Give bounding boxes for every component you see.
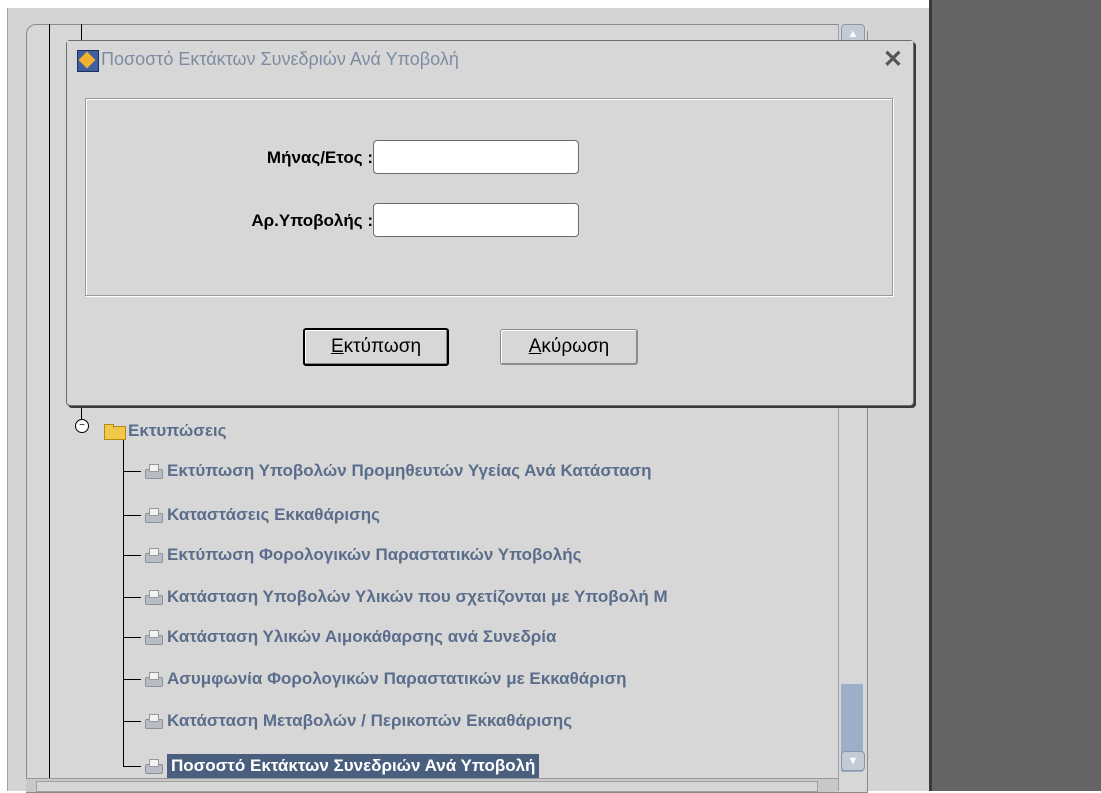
report-icon bbox=[143, 671, 163, 687]
folder-label: Εκτυπώσεις bbox=[128, 421, 227, 440]
right-empty-area bbox=[929, 0, 1101, 791]
tree-connector bbox=[123, 515, 141, 516]
tree-connector bbox=[123, 471, 141, 472]
tree-connector bbox=[123, 597, 141, 598]
collapse-icon[interactable]: − bbox=[75, 419, 89, 433]
tree-item[interactable]: Κατάσταση Μεταβολών / Περικοπών Εκκαθάρι… bbox=[143, 709, 572, 733]
folder-open-icon bbox=[104, 423, 126, 440]
month-year-label: Μήνας/Ετος : bbox=[266, 148, 373, 167]
horizontal-scrollbar-thumb[interactable] bbox=[36, 781, 818, 792]
tree-connector bbox=[123, 721, 141, 722]
tree-connector bbox=[123, 679, 141, 680]
report-icon bbox=[143, 629, 163, 645]
report-icon bbox=[143, 589, 163, 605]
cancel-button-mnemonic: Α bbox=[528, 336, 542, 357]
tree-connector bbox=[123, 766, 141, 767]
horizontal-scrollbar[interactable] bbox=[26, 778, 838, 792]
tree-item-label: Ασυμφωνία Φορολογικών Παραστατικών με Εκ… bbox=[167, 669, 627, 688]
print-button[interactable]: Εκτύπωση bbox=[303, 328, 449, 366]
tree-item-label: Ποσοστό Εκτάκτων Συνεδριών Ανά Υποβολή bbox=[167, 754, 540, 778]
tree-folder-ektyposeis[interactable]: Εκτυπώσεις bbox=[104, 419, 226, 443]
tree-item[interactable]: Κατάσταση Υποβολών Υλικών που σχετίζοντα… bbox=[143, 585, 668, 609]
tree-child-line bbox=[123, 440, 124, 767]
dialog-titlebar[interactable]: Ποσοστό Εκτάκτων Συνεδριών Ανά Υποβολή ✕ bbox=[67, 41, 913, 79]
report-icon bbox=[143, 547, 163, 563]
close-icon[interactable]: ✕ bbox=[883, 45, 903, 74]
scroll-down-icon[interactable]: ▼ bbox=[841, 751, 865, 771]
report-parameters-dialog: Ποσοστό Εκτάκτων Συνεδριών Ανά Υποβολή ✕… bbox=[66, 40, 914, 406]
tree-item-label: Κατάσταση Μεταβολών / Περικοπών Εκκαθάρι… bbox=[167, 711, 573, 730]
tree-item-label: Εκτύπωση Φορολογικών Παραστατικών Υποβολ… bbox=[167, 545, 582, 564]
report-icon bbox=[143, 463, 163, 479]
window-divider bbox=[929, 0, 932, 791]
tree-item-label: Καταστάσεις Εκκαθάρισης bbox=[167, 505, 380, 524]
tree-item-selected[interactable]: Ποσοστό Εκτάκτων Συνεδριών Ανά Υποβολή bbox=[143, 754, 540, 778]
print-button-mnemonic: Ε bbox=[330, 336, 344, 357]
tree-item[interactable]: Εκτύπωση Φορολογικών Παραστατικών Υποβολ… bbox=[143, 543, 582, 567]
tree-item-label: Κατάσταση Υποβολών Υλικών που σχετίζοντα… bbox=[167, 587, 668, 606]
tree-item[interactable]: Εκτύπωση Υποβολών Προμηθευτών Υγείας Ανά… bbox=[143, 459, 652, 483]
tree-connector bbox=[123, 637, 141, 638]
tree-item[interactable]: Κατάσταση Υλικών Αιμοκάθαρσης ανά Συνεδρ… bbox=[143, 625, 556, 649]
tree-item-label: Κατάσταση Υλικών Αιμοκάθαρσης ανά Συνεδρ… bbox=[167, 627, 557, 646]
submission-number-label: Αρ.Υποβολής : bbox=[251, 211, 373, 230]
report-icon bbox=[143, 758, 163, 774]
submission-number-input[interactable] bbox=[373, 203, 579, 237]
parameters-group bbox=[85, 98, 893, 296]
dialog-title: Ποσοστό Εκτάκτων Συνεδριών Ανά Υποβολή bbox=[101, 49, 459, 69]
tree-item-label: Εκτύπωση Υποβολών Προμηθευτών Υγείας Ανά… bbox=[167, 461, 652, 480]
app-icon bbox=[77, 50, 99, 72]
month-year-input[interactable] bbox=[373, 140, 579, 174]
tree-item[interactable]: Ασυμφωνία Φορολογικών Παραστατικών με Εκ… bbox=[143, 667, 627, 691]
cancel-button[interactable]: Ακύρωση bbox=[500, 329, 638, 365]
tree-item[interactable]: Καταστάσεις Εκκαθάρισης bbox=[143, 503, 380, 527]
tree-root-line bbox=[49, 24, 50, 778]
cancel-button-label: κύρωση bbox=[541, 336, 610, 357]
tree-connector bbox=[123, 555, 141, 556]
print-button-label: κτύπωση bbox=[343, 336, 422, 357]
report-icon bbox=[143, 507, 163, 523]
report-icon bbox=[143, 713, 163, 729]
